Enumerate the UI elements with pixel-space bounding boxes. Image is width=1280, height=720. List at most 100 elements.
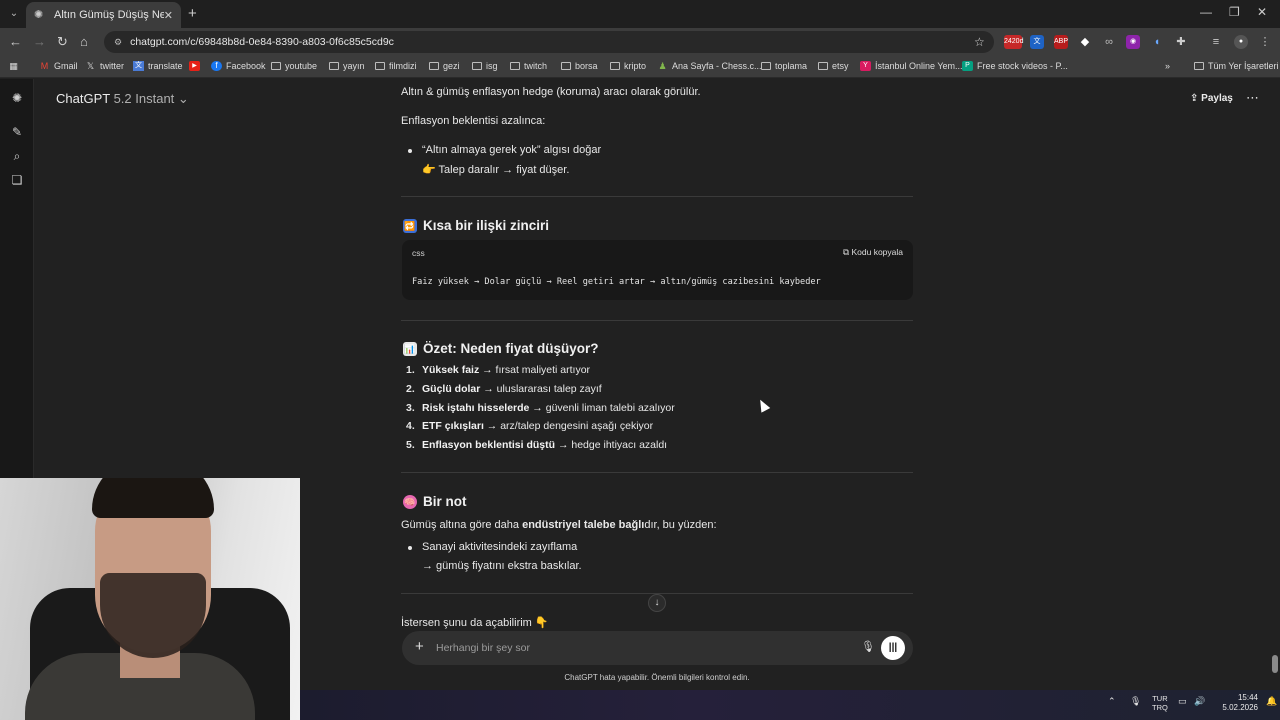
- bookmark-folder-isg[interactable]: isg: [472, 61, 498, 71]
- tab-search-icon[interactable]: ⌄: [6, 6, 22, 22]
- new-chat-icon[interactable]: ✎: [10, 125, 24, 139]
- repeat-emoji-icon: 🔁: [403, 218, 417, 233]
- scroll-to-bottom-button[interactable]: ↓: [648, 594, 666, 612]
- bookmark-folder-filmdizi[interactable]: filmdizi: [375, 61, 417, 71]
- purple-extension-icon[interactable]: ◉: [1126, 35, 1140, 49]
- prompt-input[interactable]: Herhangi bir şey sor: [436, 642, 530, 654]
- openai-logo-icon[interactable]: ✺: [10, 91, 24, 105]
- apps-grid-icon[interactable]: ▦: [8, 61, 23, 71]
- volume-icon[interactable]: 🔊: [1194, 696, 1205, 707]
- y-logo-icon: Y: [860, 61, 871, 71]
- bookmark-star-icon[interactable]: ☆: [974, 35, 985, 49]
- bullet-item-text: “Altın almaya gerek yok” algısı doğar: [422, 144, 602, 156]
- folder-icon: [610, 62, 620, 70]
- bookmark-folder-toplama[interactable]: toplama: [761, 61, 807, 71]
- folder-icon: [472, 62, 482, 70]
- scrollbar-thumb[interactable]: [1272, 655, 1278, 673]
- bookmark-chess[interactable]: ♟ Ana Sayfa - Chess.c...: [657, 61, 761, 71]
- bullet-item-subtext: 👉 Talep daralır → fiyat düşer.: [422, 164, 570, 176]
- window-close-icon[interactable]: ✕: [1257, 5, 1267, 19]
- copy-code-button[interactable]: ⧉ Kodu kopyala: [843, 247, 903, 258]
- facebook-icon: f: [211, 61, 222, 71]
- bookmark-translate[interactable]: 文 translate: [133, 61, 183, 71]
- adblock-extension-icon[interactable]: ABP: [1054, 35, 1068, 49]
- divider: [401, 472, 913, 473]
- share-button[interactable]: ⇪ Paylaş: [1190, 93, 1233, 104]
- microphone-icon[interactable]: 🎙: [861, 640, 875, 653]
- code-line: Faiz yüksek → Dolar güçlü → Reel getiri …: [412, 277, 821, 287]
- tray-overflow-icon[interactable]: ⌃: [1108, 696, 1116, 707]
- section-heading-note: 🧠 Bir not: [403, 494, 467, 509]
- bookmark-gmail[interactable]: M Gmail: [39, 61, 78, 71]
- tab-title: Altın Gümüş Düşüş Nedenleri: [54, 9, 164, 21]
- model-name: ChatGPT: [56, 91, 110, 106]
- bookmark-twitter[interactable]: 𝕏twitter: [85, 61, 124, 71]
- list-item: 2. Güçlü dolar → uluslararası talep zayıf: [406, 383, 602, 395]
- address-bar[interactable]: ⚙ chatgpt.com/c/69848b8d-0e84-8390-a803-…: [104, 31, 994, 53]
- attach-plus-icon[interactable]: +: [415, 639, 424, 655]
- list-item: 3. Risk iştahı hisselerde → güvenli liman…: [406, 402, 675, 414]
- home-icon[interactable]: ⌂: [80, 34, 88, 49]
- all-bookmarks[interactable]: Tüm Yer İşaretleri: [1194, 61, 1279, 71]
- folder-icon: [818, 62, 828, 70]
- bookmark-folder-borsa[interactable]: borsa: [561, 61, 598, 71]
- back-icon[interactable]: ←: [9, 34, 22, 49]
- language-indicator[interactable]: TUR TRQ: [1152, 694, 1168, 712]
- diamond-extension-icon[interactable]: ◆: [1078, 35, 1092, 49]
- site-info-icon[interactable]: ⚙: [114, 37, 122, 48]
- chevron-down-icon: ⌄: [177, 91, 189, 106]
- bookmark-folder-twitch[interactable]: twitch: [510, 61, 547, 71]
- notifications-icon[interactable]: 🔔: [1266, 696, 1277, 707]
- profile-avatar[interactable]: ●: [1234, 35, 1248, 49]
- forward-icon[interactable]: →: [33, 34, 46, 49]
- bookmark-facebook[interactable]: f Facebook: [211, 61, 266, 71]
- new-tab-icon[interactable]: +: [188, 5, 197, 22]
- bullet-dot: [408, 546, 412, 550]
- restore-icon[interactable]: ❐: [1229, 5, 1240, 19]
- bookmark-folder-youtube[interactable]: youtube: [271, 61, 317, 71]
- translate-extension-icon[interactable]: 文: [1030, 35, 1044, 49]
- model-selector[interactable]: ChatGPT 5.2 Instant ⌄: [56, 91, 189, 107]
- reload-icon[interactable]: ↻: [57, 34, 68, 50]
- voice-mode-button[interactable]: |||: [881, 636, 905, 660]
- webcam-overlay: [0, 478, 300, 720]
- bookmark-folder-yayin[interactable]: yayın: [329, 61, 365, 71]
- bookmark-folder-kripto[interactable]: kripto: [610, 61, 646, 71]
- library-icon[interactable]: ❏: [10, 173, 24, 187]
- minimize-icon[interactable]: —: [1200, 5, 1212, 19]
- reading-list-icon[interactable]: ≡: [1209, 35, 1223, 49]
- glasses-extension-icon[interactable]: ∞: [1102, 35, 1116, 49]
- bookmark-folder-gezi[interactable]: gezi: [429, 61, 460, 71]
- list-item: 5. Enflasyon beklentisi düştü → hedge iht…: [406, 439, 668, 451]
- extensions-puzzle-icon[interactable]: ✚: [1174, 35, 1188, 49]
- bookmark-yemek[interactable]: Y İstanbul Online Yem...: [860, 61, 963, 71]
- mic-tray-icon[interactable]: 🎙: [1130, 696, 1141, 707]
- extension-badge-icon[interactable]: 2420d: [1004, 35, 1023, 49]
- code-block: css ⧉ Kodu kopyala Faiz yüksek → Dolar g…: [402, 240, 913, 300]
- system-clock[interactable]: 15:44 5.02.2026: [1210, 693, 1258, 713]
- search-chats-icon[interactable]: ⌕: [10, 149, 24, 163]
- folder-icon: [510, 62, 520, 70]
- more-options-icon[interactable]: ⋯: [1246, 90, 1259, 106]
- bookmarks-overflow-icon[interactable]: »: [1162, 61, 1177, 71]
- message-composer[interactable]: + Herhangi bir şey sor 🎙 |||: [402, 631, 913, 665]
- divider: [401, 320, 913, 321]
- page-scrollbar[interactable]: [1271, 80, 1279, 690]
- bookmark-free-stock-videos[interactable]: P Free stock videos - P...: [962, 61, 1068, 71]
- browser-tab-active[interactable]: ✺ Altın Gümüş Düşüş Nedenleri ✕: [26, 2, 181, 28]
- browser-menu-icon[interactable]: ⋮: [1258, 35, 1272, 49]
- paragraph-inflation: Enflasyon beklentisi azalınca:: [401, 115, 546, 127]
- folder-icon: [561, 62, 571, 70]
- gmail-icon: M: [40, 61, 49, 71]
- section-heading-summary: 📊 Özet: Neden fiyat düşüyor?: [403, 341, 599, 356]
- audio-extension-icon[interactable]: ◖: [1150, 35, 1164, 49]
- divider: [401, 196, 913, 197]
- folder-icon: [375, 62, 385, 70]
- network-icon[interactable]: ▭: [1178, 696, 1187, 707]
- pexels-icon: P: [962, 61, 973, 71]
- code-language: css: [412, 248, 425, 258]
- youtube-icon: ▶: [189, 61, 200, 71]
- bookmark-youtube-red[interactable]: ▶: [189, 61, 204, 71]
- tab-close-icon[interactable]: ✕: [164, 9, 173, 22]
- bookmark-folder-etsy[interactable]: etsy: [818, 61, 849, 71]
